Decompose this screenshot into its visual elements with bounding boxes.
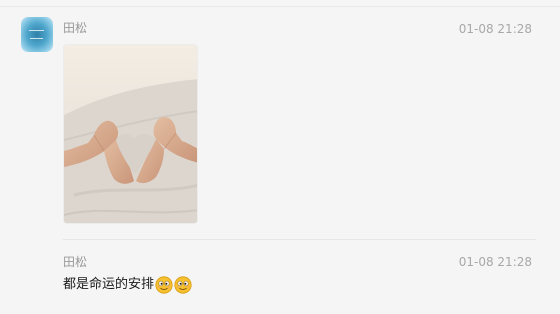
message-divider (63, 239, 536, 240)
avatar-scribble (29, 30, 44, 31)
heart-hands-photo (64, 45, 197, 223)
message-time: 01-08 21:28 (458, 22, 532, 36)
image-message[interactable] (63, 44, 198, 224)
chat-message-list: 田松 01-08 21:28 田松 01-08 21:28 都是命运的安排 (0, 0, 560, 314)
sender-name[interactable]: 田松 (63, 21, 87, 35)
cheeky-smile-emoji-icon (155, 276, 173, 294)
top-divider (0, 6, 560, 7)
message-time: 01-08 21:28 (458, 255, 532, 269)
avatar[interactable] (21, 17, 53, 52)
sender-name[interactable]: 田松 (63, 255, 87, 269)
text-message[interactable]: 都是命运的安排 (63, 276, 192, 294)
message-text: 都是命运的安排 (63, 277, 155, 292)
cheeky-smile-emoji-icon (174, 276, 192, 294)
avatar-scribble (30, 38, 43, 39)
